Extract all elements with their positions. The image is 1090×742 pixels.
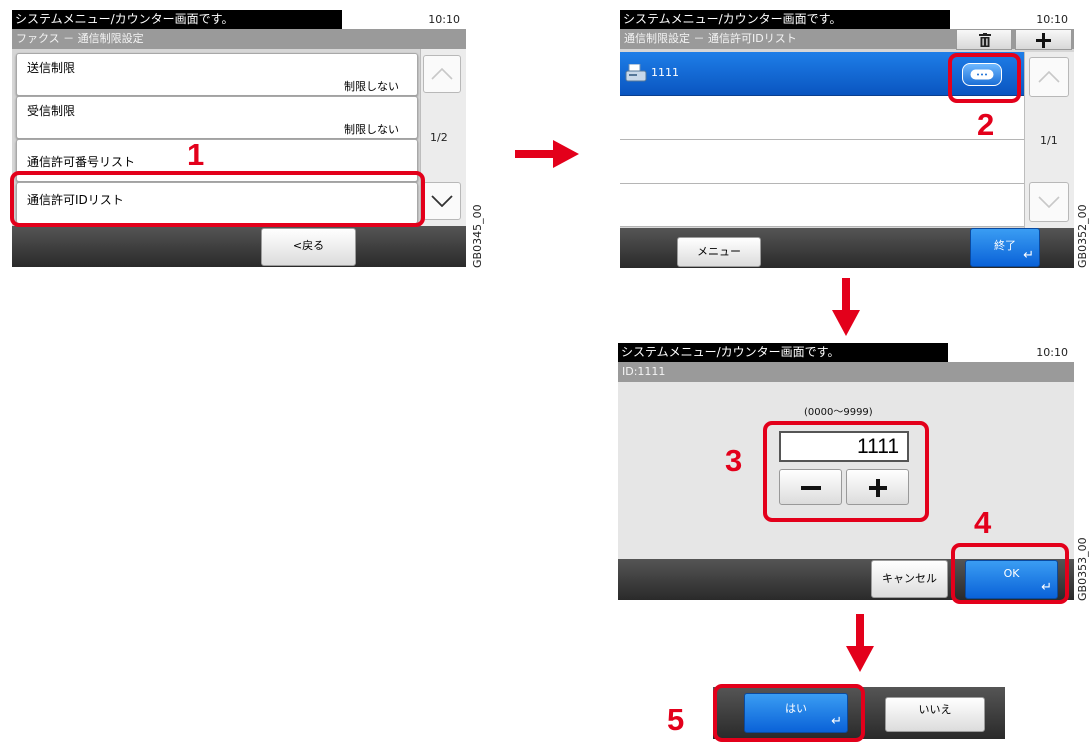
step-number-5: 5 [667,702,685,737]
step-number-1: 1 [187,137,205,172]
clock: 10:10 [1036,346,1068,359]
figure-code: GB0352_00 [1076,204,1089,268]
chevron-up-icon [1038,71,1060,83]
screen-subtitle: ID:1111 [618,362,1074,382]
trash-icon [979,33,991,47]
step-number-4: 4 [974,505,992,540]
add-button[interactable] [1015,29,1072,50]
status-bar: システムメニュー/カウンター画面です。 10:10 [12,10,466,29]
id-list-row[interactable] [620,140,1024,184]
bottom-bar: <戻る [12,226,466,267]
screen-1: システムメニュー/カウンター画面です。 10:10 ファクス － 通信制限設定 … [12,10,466,267]
arrow-right-icon [515,140,579,168]
entry-id: 1111 [651,66,679,79]
fax-icon [625,64,647,82]
item-value: 制限しない [344,123,399,136]
clock: 10:10 [428,13,460,26]
cancel-button[interactable]: キャンセル [871,560,948,598]
back-button[interactable]: <戻る [261,228,356,266]
page-indicator: 1/2 [430,131,448,144]
item-value: 制限しない [344,80,399,93]
clock: 10:10 [1036,13,1068,26]
status-bar: システムメニュー/カウンター画面です。 10:10 [620,10,1074,29]
menu-button[interactable]: メニュー [677,237,761,267]
plus-icon [1036,33,1051,48]
step-number-2: 2 [977,107,995,142]
finish-button[interactable]: 終了 ↵ [970,228,1040,267]
list-item-send-restriction[interactable]: 送信制限 制限しない [16,53,418,96]
arrow-down-icon [846,614,874,672]
figure-code: GB0353_00 [1076,537,1089,601]
chevron-down-icon [431,195,453,207]
highlight-step-5 [713,684,865,742]
highlight-step-1 [10,171,425,227]
status-message: システムメニュー/カウンター画面です。 [620,10,950,29]
figure-code: GB0345_00 [471,204,484,268]
highlight-step-3 [763,421,929,522]
enter-icon: ↵ [1023,248,1034,263]
item-label: 送信制限 [27,61,76,75]
chevron-down-icon [1038,196,1060,208]
status-bar: システムメニュー/カウンター画面です。 10:10 [618,343,1074,362]
list-item-receive-restriction[interactable]: 受信制限 制限しない [16,96,418,139]
item-label: 通信許可番号リスト [27,155,136,169]
screen-2: システムメニュー/カウンター画面です。 10:10 通信制限設定 － 通信許可I… [620,10,1074,268]
status-message: システムメニュー/カウンター画面です。 [12,10,342,29]
scroll-up-button[interactable] [1029,57,1069,97]
scroll-down-button[interactable] [423,182,461,220]
scroll-down-button[interactable] [1029,182,1069,222]
step-number-3: 3 [725,443,743,478]
page-indicator: 1/1 [1040,134,1058,147]
no-button[interactable]: いいえ [885,697,985,732]
arrow-down-icon [832,278,860,336]
highlight-step-4 [951,543,1069,604]
delete-button[interactable] [956,29,1012,50]
status-message: システムメニュー/カウンター画面です。 [618,343,948,362]
chevron-up-icon [431,68,453,80]
id-list-row[interactable] [620,184,1024,227]
highlight-step-2 [948,53,1021,103]
screen-subtitle: ファクス － 通信制限設定 [12,29,466,49]
range-hint: (0000～9999) [804,407,873,418]
item-label: 受信制限 [27,104,76,118]
scroll-up-button[interactable] [423,55,461,93]
bottom-bar: メニュー 終了 ↵ [620,228,1074,268]
